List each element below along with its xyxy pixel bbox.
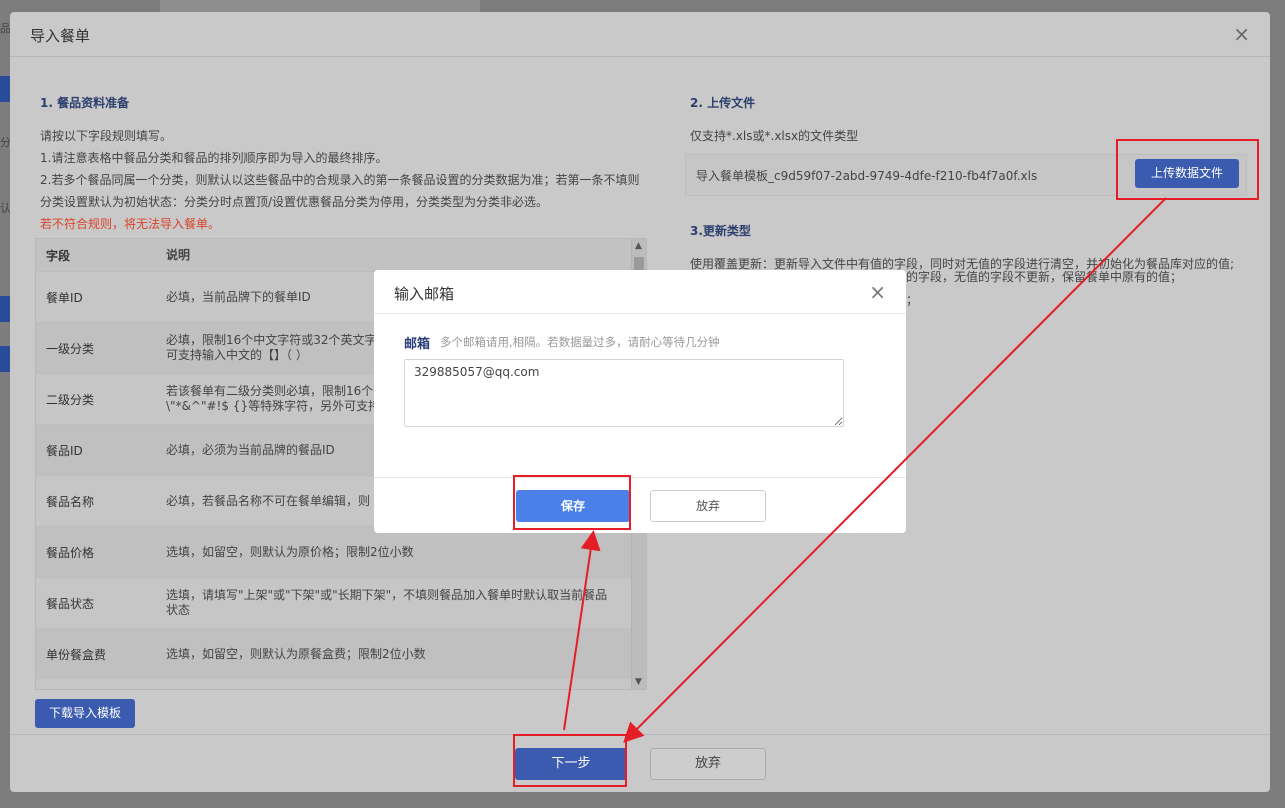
cancel-button[interactable]: 放弃 xyxy=(650,748,766,780)
rule-warning: 若不符合规则，将无法导入餐单。 xyxy=(40,217,221,231)
row-field: 餐品名称 xyxy=(46,494,95,509)
rule-line: 1.请注意表格中餐品分类和餐品的排列顺序即为导入的最终排序。 xyxy=(40,151,388,165)
row-field: 餐品价格 xyxy=(46,545,95,560)
background-tab xyxy=(160,0,480,12)
row-field: 餐品状态 xyxy=(46,596,95,611)
email-label: 邮箱 xyxy=(404,337,431,352)
row-desc: 选填，请填写"上架"或"下架"或"长期下架"，不填则餐品加入餐单时默认取当前餐品… xyxy=(166,588,608,617)
scroll-down-icon[interactable]: ▼ xyxy=(635,677,642,687)
dialog-footer-divider xyxy=(374,477,906,478)
dialog-header: 输入邮箱 × xyxy=(374,270,906,314)
background-nav-block xyxy=(0,296,10,322)
row-field: 餐单ID xyxy=(46,290,83,305)
scroll-up-icon[interactable]: ▲ xyxy=(635,241,642,251)
row-desc: 选填，如留空，则默认为原餐盒费；限制2位小数 xyxy=(166,646,426,661)
table-row: 餐品价格 选填，如留空，则默认为原价格；限制2位小数 xyxy=(36,526,646,577)
rule-line: 分类设置默认为初始状态：分类分时点置顶/设置优惠餐品分类为停用，分类类型为分类非… xyxy=(40,195,549,209)
header-desc: 说明 xyxy=(166,247,191,262)
footer-divider xyxy=(10,734,1270,735)
row-desc: 选填，如留空，则默认为原价格；限制2位小数 xyxy=(166,544,414,559)
close-icon[interactable]: × xyxy=(1233,22,1250,46)
save-button[interactable]: 保存 xyxy=(516,490,630,522)
row-field: 二级分类 xyxy=(46,392,95,407)
scroll-thumb[interactable] xyxy=(634,257,644,271)
close-icon[interactable]: × xyxy=(869,280,886,304)
row-field: 餐品ID xyxy=(46,443,83,458)
dialog-title: 输入邮箱 xyxy=(394,285,455,303)
header-field: 字段 xyxy=(46,248,71,263)
rule-line: 请按以下字段规则填写。 xyxy=(40,129,173,143)
update-type-line: ； xyxy=(906,293,919,307)
upload-hint: 仅支持*.xls或*.xlsx的文件类型 xyxy=(690,129,859,143)
rule-line: 2.若多个餐品同属一个分类，则默认以这些餐品中的合规录入的第一条餐品设置的分类数… xyxy=(40,173,640,187)
section-upload-title: 2. 上传文件 xyxy=(690,96,756,110)
email-input[interactable]: 329885057@qq.com xyxy=(404,359,844,427)
background-nav-block xyxy=(0,76,10,102)
table-row: 餐品状态 选填，请填写"上架"或"下架"或"长期下架"，不填则餐品加入餐单时默认取… xyxy=(36,577,646,628)
email-hint: 多个邮箱请用,相隔。若数据量过多，请耐心等待几分钟 xyxy=(440,335,720,349)
table-row: 单份餐盒费 选填，如留空，则默认为原餐盒费；限制2位小数 xyxy=(36,628,646,679)
row-field: 单份餐盒费 xyxy=(46,647,107,662)
section-update-type-title: 3.更新类型 xyxy=(690,224,751,238)
dialog-cancel-button[interactable]: 放弃 xyxy=(650,490,766,522)
modal-title: 导入餐单 xyxy=(30,27,91,45)
background-nav-block xyxy=(0,346,10,372)
modal-header: 导入餐单 × xyxy=(10,12,1270,57)
email-dialog: 输入邮箱 × 邮箱 多个邮箱请用,相隔。若数据量过多，请耐心等待几分钟 3298… xyxy=(374,270,906,533)
section-food-prep-title: 1. 餐品资料准备 xyxy=(40,96,130,110)
row-field: 一级分类 xyxy=(46,341,95,356)
table-header: 字段 说明 xyxy=(36,239,646,271)
update-type-line: 的字段，无值的字段不更新，保留餐单中原有的值； xyxy=(906,270,1183,284)
upload-data-file-button[interactable]: 上传数据文件 xyxy=(1135,159,1239,188)
download-template-button[interactable]: 下载导入模板 xyxy=(35,699,135,728)
next-step-button[interactable]: 下一步 xyxy=(515,748,627,780)
file-name: 导入餐单模板_c9d59f07-2abd-9749-4dfe-f210-fb4f… xyxy=(696,169,1038,183)
